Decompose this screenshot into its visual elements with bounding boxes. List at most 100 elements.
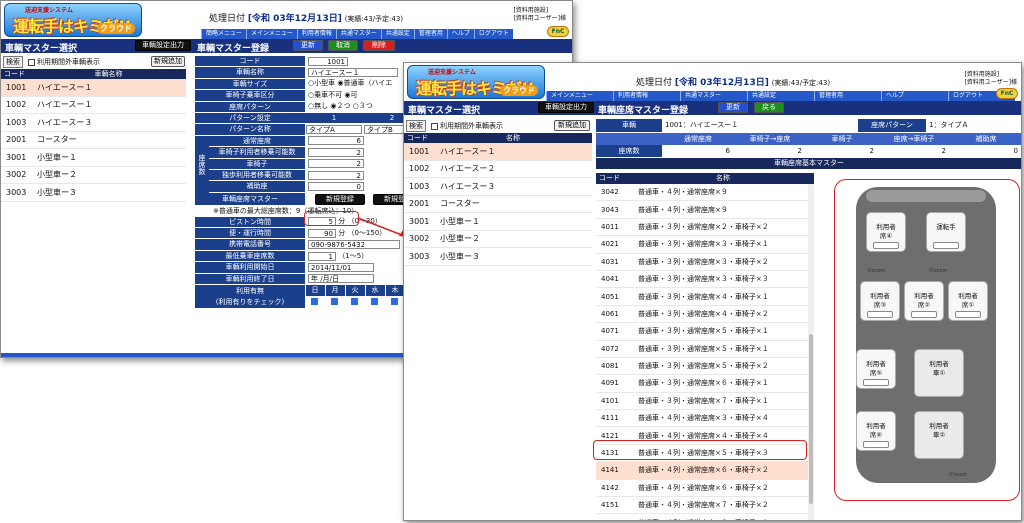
min-seat-input[interactable]: 1	[308, 251, 336, 261]
search-button[interactable]: 検索	[3, 56, 23, 68]
code-label: コード	[195, 56, 305, 67]
function-badge[interactable]: FnC	[547, 26, 569, 37]
table-row[interactable]: 1001 ハイエースー１	[1, 79, 186, 97]
wheelchair-seat-1[interactable]: 利用者 車①	[914, 349, 964, 397]
update-button-2[interactable]: 更新	[718, 102, 748, 113]
menu-help[interactable]: ヘルプ	[881, 91, 948, 101]
table-row[interactable]: 4011 普通車・３列・通常座席×２・車椅子×２	[596, 219, 814, 237]
menu-main[interactable]: メインメニュー	[546, 91, 613, 101]
menu-simple[interactable]: 簡略メニュー	[201, 29, 246, 39]
menu-users[interactable]: 利用者情報	[296, 29, 336, 39]
day-sun-checkbox[interactable]	[310, 298, 318, 306]
update-button[interactable]: 更新	[293, 40, 323, 51]
table-row[interactable]: 3002 小型車ー２	[404, 231, 592, 248]
back-button[interactable]: 戻る	[754, 102, 784, 113]
table-row[interactable]: 3002 小型車ー２	[1, 167, 186, 184]
wc-transfer-input[interactable]: 2	[308, 147, 364, 157]
vehicle-settings-output-button[interactable]: 車輌設定出力	[135, 40, 191, 51]
table-row[interactable]: 4141 普通車・４列・通常座席×６・車椅子×２	[596, 462, 814, 480]
menu-common-master[interactable]: 共通マスター	[680, 91, 747, 101]
table-row[interactable]: 1001 ハイエースー１	[404, 143, 592, 161]
table-row[interactable]: 3043 普通車・４列・通常座席×９	[596, 201, 814, 219]
start-date-input[interactable]: 2014/11/01	[308, 262, 374, 272]
table-row[interactable]: 4072 普通車・３列・通常座席×５・車椅子×１	[596, 341, 814, 358]
menu-help[interactable]: ヘルプ	[446, 29, 474, 39]
table-row[interactable]: 3042 普通車・４列・通常座席×９	[596, 184, 814, 202]
pattern-1-name[interactable]: タイプA	[306, 125, 362, 135]
seat-6[interactable]: 利用者 席⑥	[856, 411, 896, 451]
table-row[interactable]: 4031 普通車・３列・通常座席×３・車椅子×２	[596, 254, 814, 271]
menu-users[interactable]: 利用者情報	[613, 91, 680, 101]
show-expired-checkbox-2[interactable]	[431, 122, 438, 130]
menu-main[interactable]: メインメニュー	[246, 29, 297, 39]
wheelchair-2-label: 利用者 車②	[929, 422, 949, 439]
walk-transfer-input[interactable]: 2	[308, 170, 364, 180]
table-row[interactable]: 4081 普通車・３列・通常座席×５・車椅子×２	[596, 358, 814, 376]
menu-admin[interactable]: 管理者用	[814, 91, 881, 101]
row-code: 3043	[601, 205, 619, 214]
day-tue-checkbox[interactable]	[350, 298, 358, 306]
table-row[interactable]: 2001 コースター	[1, 132, 186, 149]
app-logo-2: 送迎支援システム 運転手はキミだ!! クラウド	[407, 65, 545, 99]
day-wed-checkbox[interactable]	[370, 298, 378, 306]
driver-seat[interactable]: 運転手	[926, 212, 966, 252]
table-row[interactable]: 4071 普通車・３列・通常座席×５・車椅子×１	[596, 323, 814, 341]
scrollbar[interactable]	[808, 184, 814, 520]
row-name: ハイエースー１	[440, 146, 496, 156]
table-row[interactable]: 4161普通車・４列・通常座席×８・車椅子×１	[596, 514, 814, 520]
table-row[interactable]: 4111 普通車・４列・通常座席×３・車椅子×４	[596, 410, 814, 428]
day-wed: 水	[365, 285, 385, 297]
menu-common-settings[interactable]: 共通設定	[747, 91, 814, 101]
wheelchair-seat-input[interactable]: 2	[308, 159, 364, 169]
table-row[interactable]: 4041 普通車・３列・通常座席×３・車椅子×３	[596, 271, 814, 289]
table-row[interactable]: 4101 普通車・３列・通常座席×７・車椅子×１	[596, 393, 814, 411]
wheelchair-seat-2[interactable]: 利用者 車②	[914, 411, 964, 459]
table-row[interactable]: 1002 ハイエースー２	[404, 161, 592, 178]
function-badge-2[interactable]: FnC	[996, 88, 1018, 99]
normal-seat-input[interactable]: 6	[308, 136, 364, 146]
seat-2[interactable]: 利用者 席②	[904, 281, 944, 321]
aux-seat-input[interactable]: 0	[308, 181, 364, 191]
scrollbar-thumb[interactable]	[809, 334, 813, 504]
menu-common-settings[interactable]: 共通設定	[380, 29, 414, 39]
delete-button[interactable]: 削除	[363, 40, 395, 51]
seat-register-title: 車輌座席マスター登録	[598, 106, 689, 116]
seat-5[interactable]: 利用者 席⑤	[856, 349, 896, 389]
row-code: 4071	[601, 327, 619, 336]
row-code: 3042	[601, 188, 619, 197]
day-mon-checkbox[interactable]	[330, 298, 338, 306]
table-row[interactable]: 4061 普通車・３列・通常座席×４・車椅子×２	[596, 306, 814, 324]
table-row[interactable]: 3003 小型車ー３	[404, 248, 592, 266]
size-label: 車輌サイズ	[195, 78, 305, 90]
code-input[interactable]: 1001	[308, 56, 348, 66]
menu-common-master[interactable]: 共通マスター	[335, 29, 381, 39]
table-row[interactable]: 4142 普通車・４列・通常座席×６・車椅子×２	[596, 480, 814, 498]
table-row[interactable]: 2001 コースター	[404, 196, 592, 213]
day-thu-checkbox[interactable]	[390, 298, 398, 306]
table-row[interactable]: 4091 普通車・３列・通常座席×６・車椅子×１	[596, 375, 814, 393]
end-date-input[interactable]: 年 /月/日	[308, 274, 374, 284]
table-row[interactable]: 4021 普通車・３列・通常座席×３・車椅子×１	[596, 236, 814, 254]
new-register-button-1[interactable]: 新規登録	[315, 193, 365, 205]
seat-3[interactable]: 利用者 席③	[860, 281, 900, 321]
table-row[interactable]: 3001 小型車ー１	[1, 149, 186, 167]
menu-logout[interactable]: ログアウト	[473, 29, 513, 39]
add-vehicle-button[interactable]: 新規追加	[151, 56, 185, 67]
table-row[interactable]: 4051 普通車・３列・通常座席×４・車椅子×１	[596, 288, 814, 306]
trip-time-input[interactable]: 90	[308, 228, 336, 238]
add-vehicle-button-2[interactable]: 新規追加	[554, 120, 590, 131]
seat-1[interactable]: 利用者 席①	[948, 281, 988, 321]
cancel-button[interactable]: 取消	[328, 40, 358, 51]
table-row[interactable]: 3003 小型車ー３	[1, 184, 186, 202]
search-button-2[interactable]: 検索	[406, 120, 426, 132]
menu-admin[interactable]: 管理者用	[413, 29, 447, 39]
vehicle-settings-output-button-2[interactable]: 車輌設定出力	[538, 102, 594, 113]
table-row[interactable]: 4151 普通車・４列・通常座席×７・車椅子×２	[596, 497, 814, 515]
show-expired-checkbox[interactable]	[28, 58, 35, 66]
table-row[interactable]: 1003 ハイエースー３	[404, 178, 592, 196]
seat-4[interactable]: 利用者 席④	[866, 212, 906, 252]
table-row[interactable]: 1002 ハイエースー１	[1, 97, 186, 114]
name-input[interactable]: ハイエースー１	[308, 68, 398, 78]
table-row[interactable]: 3001 小型車ー１	[404, 213, 592, 231]
table-row[interactable]: 1003 ハイエースー３	[1, 114, 186, 132]
